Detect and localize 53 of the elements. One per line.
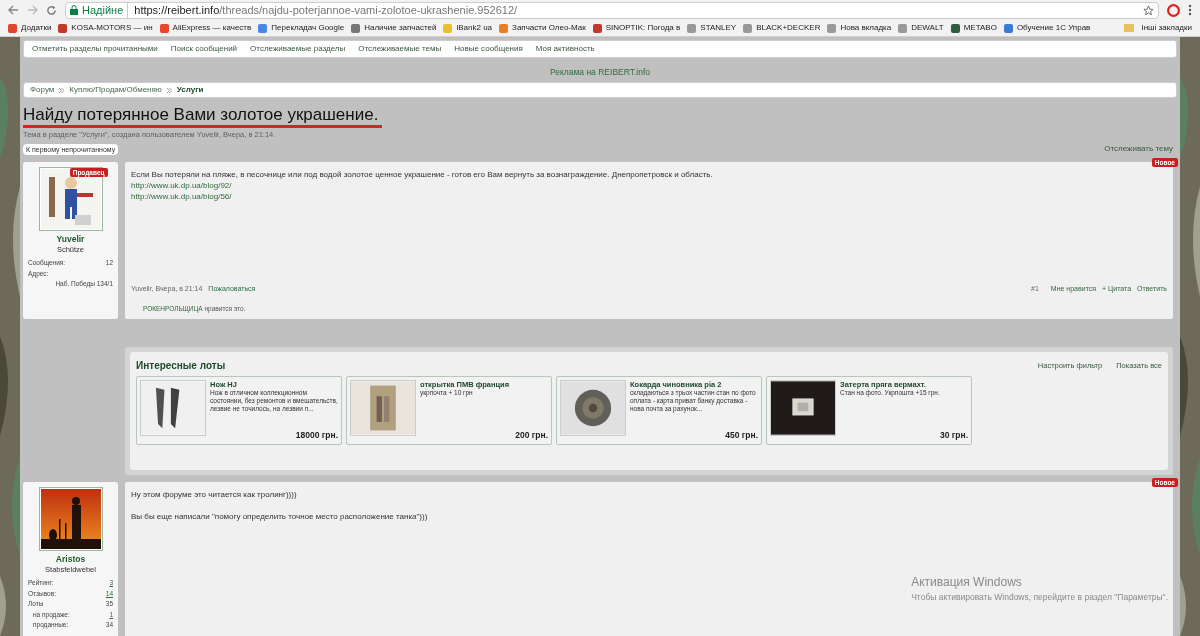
bookmark[interactable]: Перекладач Google <box>271 22 345 34</box>
bookmark[interactable]: AliExpress — качеств <box>172 22 252 34</box>
bookmark[interactable]: iBank2 ua <box>456 22 493 34</box>
ad-link[interactable]: Реклама на REIBERT.info <box>549 65 651 79</box>
lot-price: 200 грн. <box>515 428 548 442</box>
activation-text: Чтобы активировать Windows, перейдите в раздел "Параметры". <box>911 591 1168 604</box>
url-text: https://reibert.info/threads/najdu-poterjannoe-vami-zolotoe-ukrashenie.952612/ <box>134 2 518 18</box>
message-link[interactable]: http://www.uk.dp.ua/blog/56/ <box>131 191 232 203</box>
bookmark[interactable]: Нова вкладка <box>840 22 892 34</box>
back-icon[interactable] <box>8 5 19 15</box>
message-text: Вы бы еще написали "помогу определить точное место расположение танка"))) <box>131 511 429 523</box>
watch-thread-link[interactable]: Отслеживать тему <box>1104 143 1173 156</box>
menu-icon[interactable] <box>1188 4 1192 16</box>
breadcrumb-link[interactable]: Услуги <box>176 84 204 96</box>
bookmark[interactable]: Додатки <box>21 22 52 34</box>
lock-icon <box>70 5 78 15</box>
breadcrumb-link[interactable]: Куплю/Продам/Обменяю <box>69 84 162 96</box>
bookmark[interactable]: BLACK+DECKER <box>756 22 821 34</box>
folder-icon <box>1124 24 1135 32</box>
bookmark[interactable]: KOSA-MOTORS — ин <box>71 22 153 34</box>
nav-link[interactable]: Моя активность <box>535 43 595 55</box>
bookmark[interactable]: SINOPTIK: Погода в <box>605 22 681 34</box>
username[interactable]: Yuvelir <box>56 234 85 245</box>
username[interactable]: Aristos <box>55 554 86 565</box>
bookmark[interactable]: STANLEY <box>700 22 737 34</box>
message-text: Если Вы потеряли на пляже, в песочнице или под водой золотое ценное украшение - готов его Вам вернуть за вознаграждение. Днепропетровск и область. <box>131 169 714 181</box>
bookmark[interactable]: METABO <box>963 22 997 34</box>
opera-icon[interactable] <box>1167 3 1180 17</box>
chevron-icon <box>59 87 65 93</box>
message-text: Ну этом форуме это читается как тролинг)))) <box>131 489 298 501</box>
lots-title: Интересные лоты <box>136 358 226 373</box>
nav-link[interactable]: Поиск сообщений <box>170 43 238 55</box>
nav-link[interactable]: Новые сообщения <box>454 43 523 55</box>
lot-price: 30 грн. <box>939 428 968 442</box>
bookmark[interactable]: Інші закладки <box>1141 22 1192 34</box>
lot-price: 450 грн. <box>725 428 758 442</box>
activation-title: Активация Windows <box>911 574 1023 591</box>
reload-icon[interactable] <box>46 4 57 16</box>
nav-link[interactable]: Отслеживаемые разделы <box>250 43 346 55</box>
message-link[interactable]: http://www.uk.dp.ua/blog/92/ <box>131 180 232 192</box>
secure-label: Надійне <box>82 1 129 19</box>
star-icon[interactable] <box>1143 4 1154 16</box>
address-bar[interactable]: Надійне https://reibert.info/threads/najdu-poterjannoe-vami-zolotoe-ukrashenie.952612/ <box>65 1 1159 19</box>
bookmark[interactable]: DEWALT <box>911 22 944 34</box>
bookmark[interactable]: Запчасти Олео-Мак <box>512 22 586 34</box>
nav-link[interactable]: Отслеживаемые темы <box>358 43 442 55</box>
breadcrumb-link[interactable]: Форум <box>30 84 55 96</box>
bookmark[interactable]: Наличие запчастей <box>364 22 437 34</box>
bookmark[interactable]: Обучение 1С Управ <box>1016 22 1091 34</box>
thread-title: Найду потерянное Вами золотое украшение. <box>23 105 383 128</box>
lot-price: 18000 грн. <box>295 428 338 442</box>
nav-link[interactable]: Отметить разделы прочитанными <box>32 43 158 55</box>
chevron-icon <box>166 87 172 93</box>
